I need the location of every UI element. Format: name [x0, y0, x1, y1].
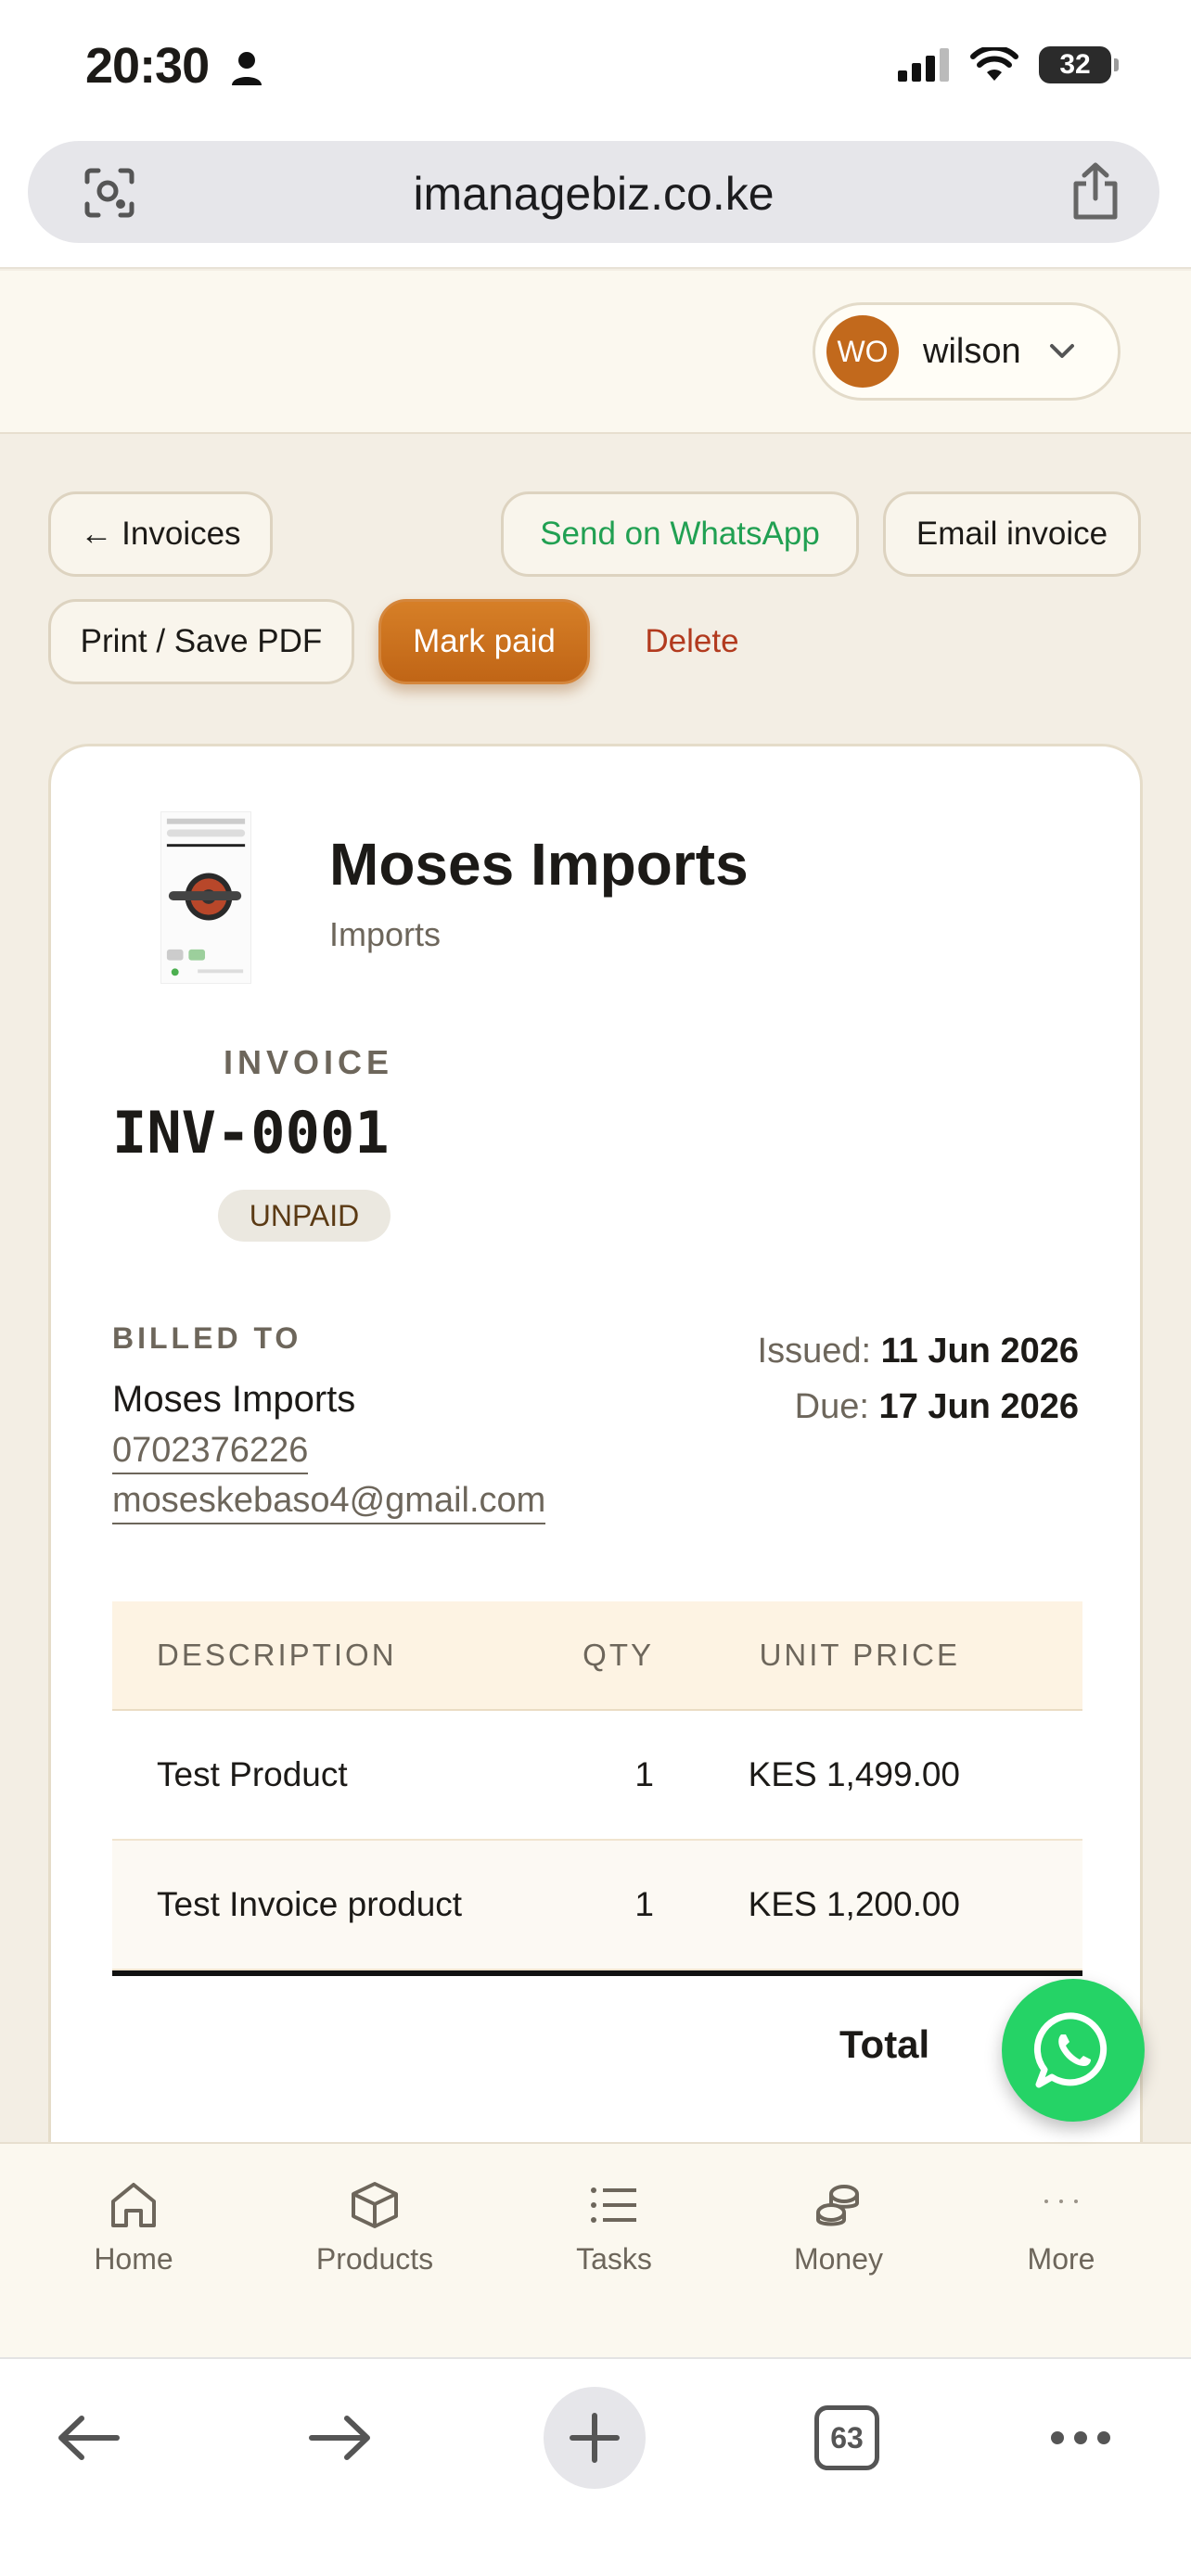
client-email-link[interactable]: moseskebaso4@gmail.com [112, 1481, 546, 1524]
plus-icon [570, 2413, 620, 2463]
nav-item-more[interactable]: More [968, 2181, 1154, 2276]
share-icon[interactable] [1070, 161, 1121, 221]
browser-menu-button[interactable] [1030, 2387, 1132, 2489]
invoice-dates: Issued: 11 Jun 2026 Due: 17 Jun 2026 [758, 1323, 1079, 1435]
nav-item-products[interactable]: Products [282, 2181, 467, 2276]
item-description: Test Invoice product [157, 1885, 463, 1923]
business-subtitle: Imports [329, 915, 442, 953]
item-qty: 1 [634, 1885, 654, 1923]
avatar: WO [826, 315, 899, 388]
due-date: 17 Jun 2026 [878, 1387, 1079, 1426]
back-to-invoices-button[interactable]: ← Invoices [48, 491, 273, 577]
home-icon [111, 2183, 156, 2227]
ellipsis-icon [1051, 2431, 1110, 2444]
item-unit-price: KES 1,200.00 [748, 1885, 960, 1923]
tabs-button[interactable]: 63 [796, 2387, 898, 2489]
user-name: wilson [923, 331, 1021, 371]
nav-label-tasks: Tasks [576, 2242, 652, 2276]
table-header: DESCRIPTION QTY UNIT PRICE [112, 1601, 1082, 1711]
status-badge: UNPAID [218, 1190, 391, 1242]
person-icon [232, 52, 262, 85]
box-icon [352, 2182, 398, 2228]
chevron-down-icon [1049, 344, 1074, 358]
send-whatsapp-button[interactable]: Send on WhatsApp [501, 491, 859, 577]
nav-item-home[interactable]: Home [41, 2181, 226, 2276]
item-unit-price: KES 1,499.00 [748, 1755, 960, 1793]
email-invoice-button[interactable]: Email invoice [883, 491, 1141, 577]
url-text: imanagebiz.co.ke [413, 168, 775, 220]
print-save-pdf-button[interactable]: Print / Save PDF [48, 599, 354, 684]
wifi-icon [970, 47, 1018, 81]
nav-item-tasks[interactable]: Tasks [521, 2181, 707, 2276]
status-time: 20:30 [85, 38, 210, 94]
issued-date: 11 Jun 2026 [880, 1332, 1079, 1371]
table-row: Test Product 1 KES 1,499.00 [112, 1711, 1082, 1841]
list-icon [591, 2187, 636, 2223]
status-indicators: 32 [898, 46, 1119, 83]
due-label: Due: [794, 1387, 869, 1426]
browser-toolbar: 63 [0, 2357, 1191, 2576]
coins-icon [816, 2185, 859, 2226]
header-description: DESCRIPTION [157, 1638, 397, 1672]
issued-label: Issued: [757, 1332, 872, 1371]
whatsapp-icon [1033, 2012, 1108, 2088]
status-bar: 20:30 32 [0, 0, 1191, 130]
invoice-label: INVOICE [224, 1043, 394, 1081]
new-tab-button[interactable] [544, 2387, 646, 2489]
invoice-number: INV-0001 [112, 1099, 390, 1167]
item-qty: 1 [634, 1755, 654, 1793]
nav-label-money: Money [793, 2242, 884, 2276]
nav-label-products: Products [315, 2242, 434, 2276]
browser-forward-button[interactable] [289, 2387, 391, 2489]
user-menu[interactable]: WO wilson [813, 302, 1121, 401]
issued-row: Issued: 11 Jun 2026 [758, 1323, 1079, 1379]
due-row: Due: 17 Jun 2026 [758, 1379, 1079, 1435]
business-name: Moses Imports [329, 831, 749, 898]
browser-address-bar: imanagebiz.co.ke [0, 130, 1191, 269]
delete-button[interactable]: Delete [618, 599, 766, 684]
battery-icon: 32 [1039, 46, 1119, 83]
url-field[interactable]: imanagebiz.co.ke [28, 141, 1159, 243]
nav-label-more: More [1027, 2242, 1095, 2276]
line-items-table: DESCRIPTION QTY UNIT PRICE Test Product … [112, 1601, 1082, 1976]
cellular-signal-icon [898, 48, 949, 82]
nav-item-money[interactable]: Money [746, 2181, 931, 2276]
more-dots-icon [1044, 2200, 1078, 2203]
whatsapp-fab[interactable] [1002, 1979, 1145, 2122]
business-logo [160, 811, 251, 984]
arrow-left-icon [58, 2416, 120, 2460]
invoice-card: Moses Imports Imports INVOICE INV-0001 U… [48, 744, 1143, 2190]
app-header: WO wilson [0, 271, 1191, 434]
browser-back-button[interactable] [37, 2387, 139, 2489]
tabs-count: 63 [814, 2405, 879, 2470]
mark-paid-button[interactable]: Mark paid [378, 599, 590, 684]
header-unit-price: UNIT PRICE [759, 1638, 960, 1672]
total-label: Total [839, 2022, 930, 2066]
bottom-nav: Home Products Tasks Money More [0, 2142, 1191, 2357]
arrow-right-icon [309, 2416, 370, 2460]
billed-to-label: BILLED TO [112, 1321, 302, 1355]
table-divider [112, 1970, 1082, 1976]
item-description: Test Product [157, 1755, 348, 1793]
header-qty: QTY [583, 1638, 654, 1672]
nav-label-home: Home [94, 2242, 173, 2276]
client-phone-link[interactable]: 0702376226 [112, 1431, 309, 1474]
client-name: Moses Imports [112, 1379, 356, 1420]
table-row: Test Invoice product 1 KES 1,200.00 [112, 1841, 1082, 1970]
